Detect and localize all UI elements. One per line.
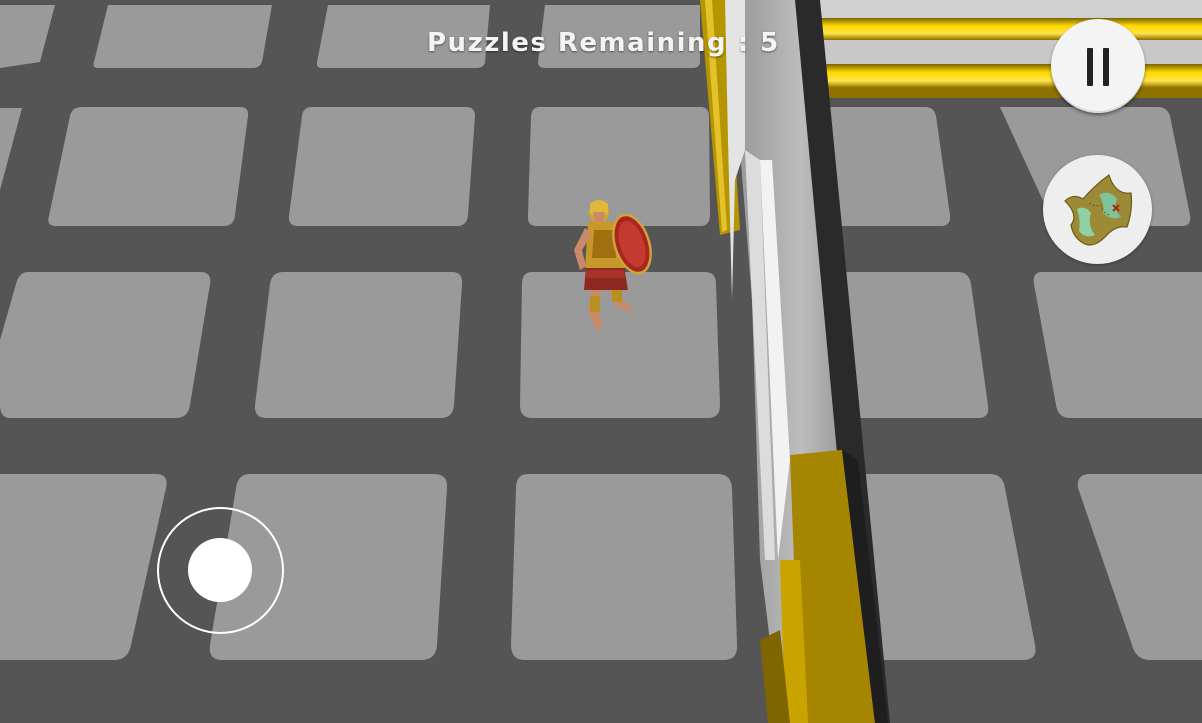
floor-tile [93, 5, 272, 68]
floor-tile [511, 474, 738, 660]
puzzles-remaining-counter: Puzzles Remaining : 5 [427, 28, 780, 58]
floor-tile [288, 107, 475, 226]
treasure-map-icon [1064, 174, 1133, 246]
floor-tile [830, 107, 951, 226]
floor-tile [1033, 272, 1202, 418]
joystick-knob[interactable] [188, 538, 252, 602]
floor-tile [48, 107, 249, 226]
counter-separator: : [727, 28, 761, 58]
floor-tile [254, 272, 463, 418]
pause-icon [1051, 19, 1145, 113]
floor-tile [527, 107, 710, 226]
floor-tile [0, 272, 211, 418]
puzzles-remaining-label: Puzzles Remaining [427, 28, 728, 58]
virtual-joystick[interactable] [157, 507, 284, 634]
pause-button[interactable] [1051, 19, 1145, 113]
map-button[interactable] [1043, 155, 1152, 264]
puzzles-remaining-value: 5 [760, 28, 780, 58]
